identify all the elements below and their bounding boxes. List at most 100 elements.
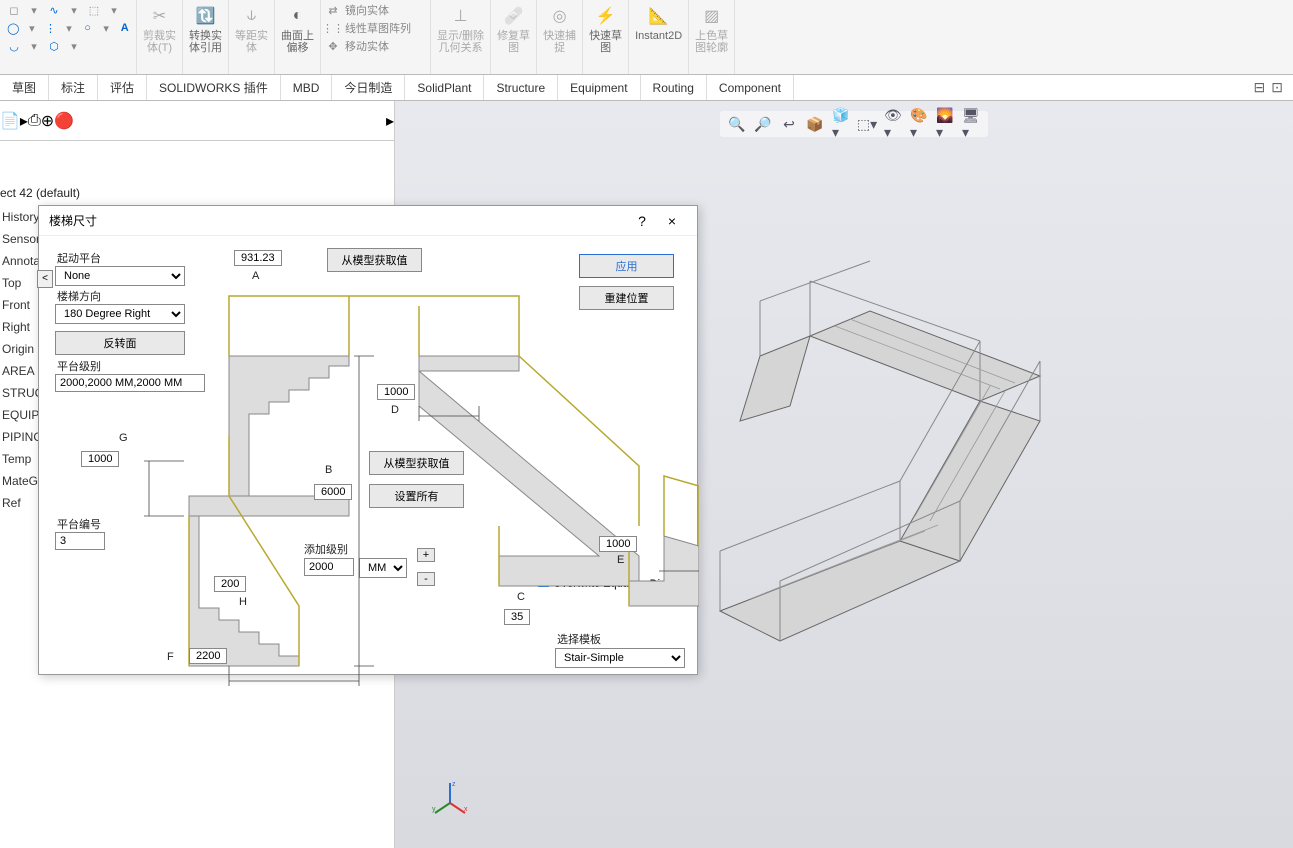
convert-entity-button[interactable]: 🔃转换实 体引用 [183, 0, 229, 74]
prev-view-icon[interactable]: ↩ [780, 115, 798, 133]
tab-sketch[interactable]: 草图 [0, 75, 49, 100]
shade-icon: ▨ [700, 4, 724, 28]
instant2d-icon: 📐 [647, 4, 671, 28]
quick-snap-button: ◎快速捕 捉 [537, 0, 583, 74]
offset-icon: ⫝ [240, 4, 264, 28]
surface-offset-button[interactable]: ◐曲面上 偏移 [275, 0, 321, 74]
shade-sketch-button: ▨上色草 图轮廓 [689, 0, 735, 74]
tab-today[interactable]: 今日制造 [332, 75, 405, 100]
circle-icon[interactable]: ◯ [6, 20, 21, 36]
tab-equipment[interactable]: Equipment [558, 75, 640, 100]
stair-schematic [99, 266, 699, 686]
dim-C-label: C [517, 591, 525, 603]
platform-no-label: 平台编号 [57, 519, 101, 531]
dim-H[interactable]: 200 [214, 576, 246, 592]
feature-tree-icon[interactable]: 📄▸ [0, 111, 28, 131]
tab-routing[interactable]: Routing [641, 75, 707, 100]
ellipse-icon[interactable]: ○ [80, 20, 95, 36]
panel-arrow-icon[interactable]: ▸ [386, 111, 394, 131]
help-button[interactable]: ? [627, 213, 657, 229]
dim-B-label: B [325, 464, 332, 476]
dialog-titlebar[interactable]: 楼梯尺寸 ? × [39, 206, 697, 236]
snap-icon: ◎ [548, 4, 572, 28]
show-relations-button: ⊥显示/删除 几何关系 [431, 0, 491, 74]
dim-G-label: G [119, 432, 128, 444]
ribbon-pattern-group: ⇄镜向实体 ⋮⋮线性草图阵列 ✥移动实体 [321, 0, 431, 74]
select-icon[interactable]: ⬚ [86, 2, 102, 18]
display-icon[interactable]: ⊕ [41, 111, 54, 131]
dim-F[interactable]: 2200 [189, 648, 227, 664]
quicksketch-icon: ⚡ [594, 4, 618, 28]
tab-solidplant[interactable]: SolidPlant [405, 75, 484, 100]
dim-E-label: E [617, 554, 624, 566]
instant2d-button[interactable]: 📐Instant2D [629, 0, 689, 74]
dim-G[interactable]: 1000 [81, 451, 119, 467]
offset-entity-button: ⫝等距实 体 [229, 0, 275, 74]
platform-level-label: 平台级别 [57, 361, 101, 373]
svg-text:z: z [452, 781, 456, 788]
dim-A[interactable]: 931.23 [234, 250, 282, 266]
convert-icon: 🔃 [194, 4, 218, 28]
stair-dimension-dialog: 楼梯尺寸 ? × < 起动平台 None 楼梯方向 180 Degree Rig… [38, 205, 698, 675]
start-platform-label: 起动平台 [57, 253, 101, 265]
zoom-fit-icon[interactable]: 🔍 [728, 115, 746, 133]
tab-collapse-icon[interactable]: ⊟ [1254, 79, 1266, 96]
tab-sw-addins[interactable]: SOLIDWORKS 插件 [147, 75, 281, 100]
section-view-icon[interactable]: 📦 [806, 115, 824, 133]
hide-show-icon[interactable]: 👁▾ [884, 115, 902, 133]
tab-bar: 草图 标注 评估 SOLIDWORKS 插件 MBD 今日制造 SolidPla… [0, 75, 1293, 101]
spline-icon[interactable]: ∿ [46, 2, 62, 18]
direction-label: 楼梯方向 [57, 291, 101, 303]
tab-expand-icon[interactable]: ⊡ [1271, 79, 1283, 96]
dim-D-label: D [391, 404, 399, 416]
move-icon: ✥ [325, 38, 341, 54]
tab-component[interactable]: Component [707, 75, 794, 100]
dialog-title-text: 楼梯尺寸 [49, 212, 97, 229]
dim-F-label: F [167, 651, 174, 663]
scissors-icon: ✂ [148, 4, 172, 28]
tab-evaluate[interactable]: 评估 [98, 75, 147, 100]
ribbon-toolbar: ◻▾∿▾⬚▾ ◯▾⋮▾○▾A ◡▾⬡▾ ✂剪裁实 体(T) 🔃转换实 体引用 ⫝… [0, 0, 1293, 75]
crop-entity-button: ✂剪裁实 体(T) [137, 0, 183, 74]
repair-sketch-button: 🩹修复草 图 [491, 0, 537, 74]
dim-A-label: A [252, 270, 259, 282]
tab-mbd[interactable]: MBD [281, 75, 333, 100]
mirror-icon: ⇄ [325, 2, 341, 18]
dim-H-label: H [239, 596, 247, 608]
quick-sketch-button[interactable]: ⚡快速草 图 [583, 0, 629, 74]
platform-no-input[interactable] [55, 532, 105, 550]
ribbon-smalltools: ◻▾∿▾⬚▾ ◯▾⋮▾○▾A ◡▾⬡▾ [2, 0, 137, 74]
tab-structure[interactable]: Structure [484, 75, 558, 100]
stair-3d-model [700, 241, 1100, 661]
appearance-drop-icon[interactable]: 🎨▾ [910, 115, 928, 133]
dim-B[interactable]: 6000 [314, 484, 352, 500]
view-toolbar: 🔍 🔎 ↩ 📦 🧊▾ ⬚▾ 👁▾ 🎨▾ 🌄▾ 🖥▾ [720, 111, 988, 137]
display-style-icon[interactable]: ⬚▾ [858, 115, 876, 133]
view-triad: z x y [430, 778, 470, 818]
feature-panel-header: 📄▸ ⎙ ⊕ 🔴 ▸ [0, 101, 395, 141]
dim-E[interactable]: 1000 [599, 536, 637, 552]
svg-text:y: y [432, 806, 436, 813]
surface-icon: ◐ [286, 4, 310, 28]
sketch-corner-icon[interactable]: ◻ [6, 2, 22, 18]
render-icon[interactable]: 🖥▾ [962, 115, 980, 133]
dim-C[interactable]: 35 [504, 609, 530, 625]
appearance-icon[interactable]: 🔴 [54, 111, 74, 131]
text-icon[interactable]: A [117, 20, 132, 36]
svg-text:x: x [464, 806, 468, 813]
polygon-icon[interactable]: ⬡ [46, 38, 62, 54]
orient-icon[interactable]: 🧊▾ [832, 115, 850, 133]
scene-icon[interactable]: 🌄▾ [936, 115, 954, 133]
property-icon[interactable]: ⎙ [28, 112, 41, 130]
dim-D[interactable]: 1000 [377, 384, 415, 400]
linear-pattern-icon: ⋮⋮ [325, 20, 341, 36]
tree-root-title: ect 42 (default) [0, 186, 80, 200]
tab-annotation[interactable]: 标注 [49, 75, 98, 100]
panel-collapse-button[interactable]: < [37, 270, 53, 288]
tab-corner-controls: ⊟ ⊡ [1254, 75, 1293, 100]
arc-icon[interactable]: ◡ [6, 38, 22, 54]
close-button[interactable]: × [657, 213, 687, 229]
relations-icon: ⊥ [449, 4, 473, 28]
point-icon[interactable]: ⋮ [43, 20, 58, 36]
zoom-area-icon[interactable]: 🔎 [754, 115, 772, 133]
